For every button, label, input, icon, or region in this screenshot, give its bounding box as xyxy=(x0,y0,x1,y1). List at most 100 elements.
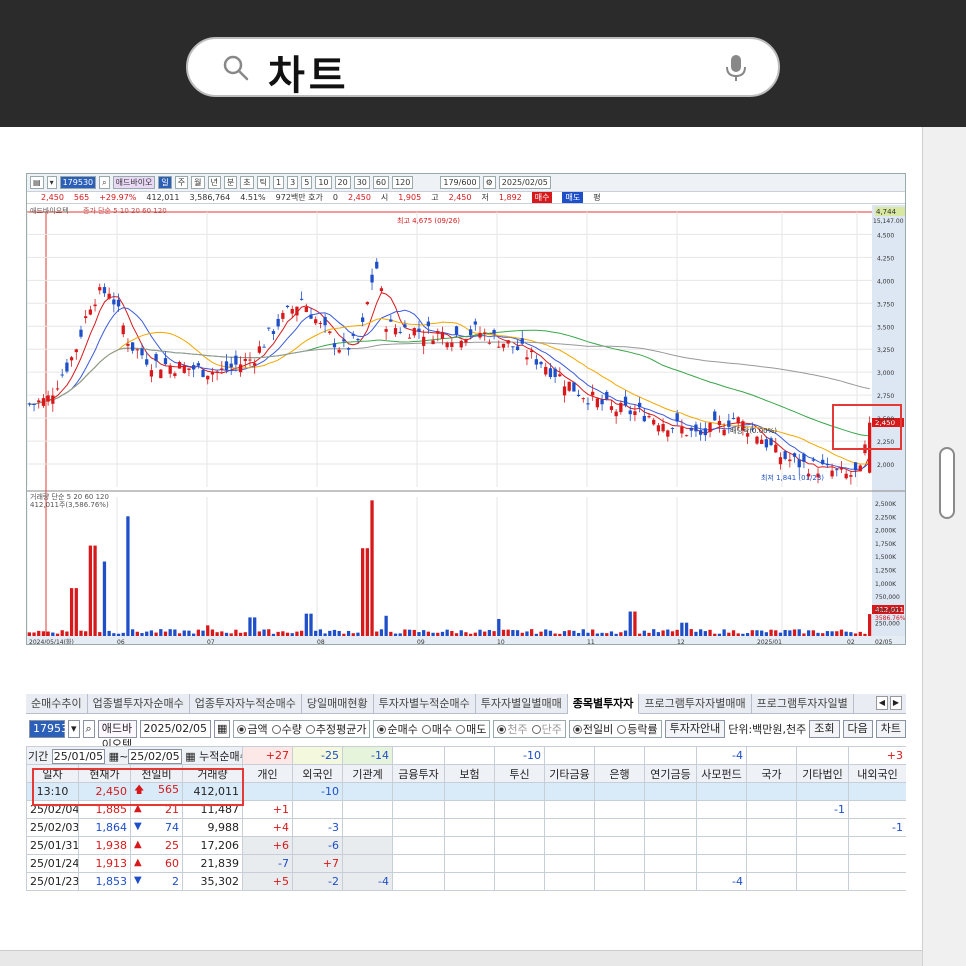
radio-net-buy[interactable]: 순매수 xyxy=(377,721,418,737)
period-from[interactable]: 25/01/05 xyxy=(51,748,106,764)
chart-search-icon[interactable]: ⌕ xyxy=(99,176,110,189)
tab-next-icon[interactable]: ▶ xyxy=(890,696,902,710)
col-header[interactable]: 투신 xyxy=(494,764,546,783)
tab-program-daily[interactable]: 프로그램투자자일별 xyxy=(752,694,854,714)
period-minute[interactable]: 분 xyxy=(223,176,238,189)
col-header[interactable]: 일자 xyxy=(26,764,79,783)
minute-10[interactable]: 10 xyxy=(315,176,332,189)
col-header[interactable]: 은행 xyxy=(594,764,646,783)
period-tick[interactable]: 틱 xyxy=(256,176,271,189)
period-second[interactable]: 초 xyxy=(240,176,254,189)
col-header[interactable]: 현재가 xyxy=(78,764,131,783)
buy-button[interactable]: 매수 xyxy=(531,192,553,203)
col-header[interactable]: 전일비 xyxy=(130,764,183,783)
radio-quantity[interactable]: 수량 xyxy=(271,721,302,737)
search-bar[interactable]: 차트 xyxy=(186,37,780,99)
calendar-from-icon[interactable]: ▦ xyxy=(109,750,119,763)
col-header[interactable]: 사모펀드 xyxy=(696,764,748,783)
col-header[interactable]: 외국인 xyxy=(292,764,344,783)
period-year[interactable]: 년 xyxy=(207,176,221,189)
chart-settings-icon[interactable]: ⚙ xyxy=(482,176,496,189)
code-search-icon[interactable]: ⌕ xyxy=(82,720,95,738)
calendar-to-icon[interactable]: ▦ xyxy=(185,750,195,763)
next-button[interactable]: 다음 xyxy=(842,720,873,738)
tab-net-buy-trend[interactable]: 순매수추이 xyxy=(26,694,88,714)
minute-5[interactable]: 5 xyxy=(301,176,313,189)
col-header[interactable]: 기타금융 xyxy=(544,764,596,783)
col-header[interactable]: 내외국인 xyxy=(848,764,906,783)
col-header[interactable]: 기타법인 xyxy=(796,764,850,783)
chart-menu-icon[interactable]: ▤ xyxy=(30,176,44,189)
chart-count[interactable]: 179/600 xyxy=(440,176,480,189)
candle xyxy=(267,327,271,329)
sum-bank xyxy=(594,746,646,765)
mic-icon[interactable] xyxy=(724,53,748,83)
table-row[interactable]: 25/02/04 1,885 ▲ 21 11,487 +1 -1 xyxy=(26,800,906,819)
radio-sell[interactable]: 매도 xyxy=(456,721,486,737)
table-row[interactable]: 25/01/24 1,913 ▲ 60 21,839 -7 +7 xyxy=(26,854,906,873)
period-day[interactable]: 일 xyxy=(158,176,172,189)
minute-120[interactable]: 120 xyxy=(392,176,414,189)
radio-avg-price[interactable]: 추정평균가 xyxy=(305,721,366,737)
calendar-icon[interactable]: ▦ xyxy=(213,720,231,738)
tab-sector-net-buy[interactable]: 업종별투자자순매수 xyxy=(88,694,190,714)
tab-sector-cum[interactable]: 업종투자자누적순매수 xyxy=(190,694,302,714)
tab-investor-cum[interactable]: 투자자별누적순매수 xyxy=(374,694,476,714)
sell-button[interactable]: 매도 xyxy=(562,192,584,203)
table-row[interactable]: 13:10 2,450 🡅 565 412,011 -10 xyxy=(26,782,906,801)
radio-prev-day[interactable]: 전일비 xyxy=(572,721,613,737)
volume-tick: 1,250K xyxy=(875,568,897,575)
date-input[interactable]: 2025/02/05 xyxy=(139,720,211,738)
radio-change-rate[interactable]: 등락률 xyxy=(617,721,658,737)
code-dropdown-icon[interactable]: ▾ xyxy=(68,720,80,738)
minute-20[interactable]: 20 xyxy=(334,176,351,189)
minute-30[interactable]: 30 xyxy=(353,176,370,189)
volume-bar xyxy=(576,632,581,636)
stock-code-input[interactable]: 179530 xyxy=(29,720,75,738)
period-to[interactable]: 25/02/05 xyxy=(128,748,182,764)
search-query[interactable]: 차트 xyxy=(268,43,350,101)
tab-program-trade[interactable]: 프로그램투자자별매매 xyxy=(639,694,752,714)
col-header[interactable]: 거래량 xyxy=(181,764,244,783)
radio-buy[interactable]: 매수 xyxy=(421,721,452,737)
candle xyxy=(88,309,93,315)
chart-date[interactable]: 2025/02/05 xyxy=(498,176,551,189)
tab-stock-investor[interactable]: 종목별투자자 xyxy=(567,694,640,714)
page-scrollbar[interactable] xyxy=(922,127,966,966)
col-header[interactable]: 보험 xyxy=(444,764,496,783)
col-header[interactable]: 개인 xyxy=(242,764,294,783)
investor-guide-button[interactable]: 투자자안내 xyxy=(664,720,726,738)
period-week[interactable]: 주 xyxy=(174,176,189,189)
chart-code-input[interactable]: 179530 xyxy=(59,176,97,189)
chart-type-select[interactable]: ▾ xyxy=(46,176,57,189)
table-row[interactable]: 25/02/03 1,864 ▼ 74 9,988 +4 -3 -1 xyxy=(26,818,906,837)
radio-thousand-shares[interactable]: 천주 xyxy=(497,721,528,737)
table-row[interactable]: 25/01/31 1,938 ▲ 25 17,206 +6 -6 xyxy=(26,836,906,855)
chart-button[interactable]: 차트 xyxy=(875,720,906,738)
tab-prev-icon[interactable]: ◀ xyxy=(876,696,888,710)
candle xyxy=(778,457,783,465)
chart-stock-name[interactable]: 애드바이오 xyxy=(112,176,156,189)
col-header[interactable]: 연기금등 xyxy=(644,764,698,783)
col-header[interactable]: 기관계 xyxy=(342,764,394,783)
minute-3[interactable]: 3 xyxy=(287,176,299,189)
price-volume-chart[interactable]: 애드바이오텍 종가 단순 5 10 20 60 120 거래량 단순 5 20 … xyxy=(27,205,906,645)
table-row[interactable]: 25/01/23 1,853 ▼ 2 35,302 +5 -2 -4 -4 xyxy=(26,872,906,891)
radio-single-shares[interactable]: 단주 xyxy=(531,721,562,737)
radio-amount[interactable]: 금액 xyxy=(237,721,268,737)
candle xyxy=(760,439,764,444)
flat-button[interactable]: 평 xyxy=(593,192,600,203)
candle xyxy=(74,349,78,353)
scrollbar-thumb[interactable] xyxy=(939,447,955,519)
period-month[interactable]: 월 xyxy=(191,176,205,189)
volume-bar xyxy=(323,633,327,636)
minute-1[interactable]: 1 xyxy=(273,176,285,189)
candle xyxy=(647,416,651,418)
tab-investor-daily[interactable]: 투자자별일별매매 xyxy=(476,694,568,714)
query-button[interactable]: 조회 xyxy=(809,720,840,738)
volume-bar xyxy=(619,632,623,636)
minute-60[interactable]: 60 xyxy=(372,176,390,189)
tab-daily-trade[interactable]: 당일매매현황 xyxy=(302,694,374,714)
col-header[interactable]: 금융투자 xyxy=(392,764,446,783)
col-header[interactable]: 국가 xyxy=(746,764,798,783)
